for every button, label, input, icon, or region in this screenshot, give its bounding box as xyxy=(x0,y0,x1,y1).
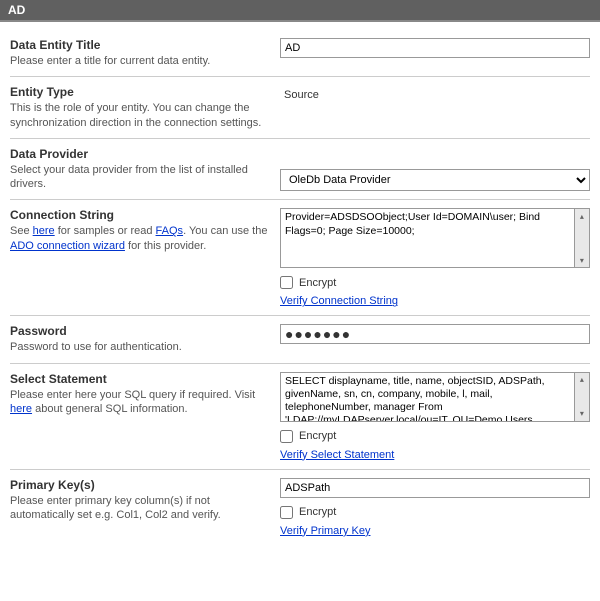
input-data-entity-title[interactable] xyxy=(280,38,590,58)
label-encrypt-connection: Encrypt xyxy=(299,277,336,289)
title-bar-text: AD xyxy=(8,3,25,17)
desc-entity-type: This is the role of your entity. You can… xyxy=(10,102,261,128)
desc-password: Password to use for authentication. xyxy=(10,341,182,353)
section-data-provider: Data Provider Select your data provider … xyxy=(10,139,590,201)
desc-select-statement: Please enter here your SQL query if requ… xyxy=(10,389,255,415)
link-faqs[interactable]: FAQs xyxy=(156,225,184,237)
section-password: Password Password to use for authenticat… xyxy=(10,316,590,363)
scrollbar-connection-string[interactable]: ▴ ▾ xyxy=(575,208,590,268)
desc-connection-string: See here for samples or read FAQs. You c… xyxy=(10,225,267,251)
section-entity-type: Entity Type This is the role of your ent… xyxy=(10,77,590,139)
link-verify-connection-string[interactable]: Verify Connection String xyxy=(280,295,590,307)
section-connection-string: Connection String See here for samples o… xyxy=(10,200,590,316)
input-primary-keys[interactable] xyxy=(280,478,590,498)
checkbox-encrypt-primary[interactable] xyxy=(280,506,293,519)
label-entity-type: Entity Type xyxy=(10,85,268,99)
input-password[interactable]: ●●●●●●● xyxy=(280,324,590,344)
label-data-provider: Data Provider xyxy=(10,147,268,161)
label-data-entity-title: Data Entity Title xyxy=(10,38,268,52)
select-data-provider[interactable]: OleDb Data Provider xyxy=(280,169,590,191)
scroll-up-icon[interactable]: ▴ xyxy=(575,373,589,387)
form-area: Data Entity Title Please enter a title f… xyxy=(0,22,600,545)
value-entity-type: Source xyxy=(280,85,590,101)
label-primary-keys: Primary Key(s) xyxy=(10,478,268,492)
checkbox-encrypt-select[interactable] xyxy=(280,430,293,443)
scrollbar-select-statement[interactable]: ▴ ▾ xyxy=(575,372,590,422)
label-password: Password xyxy=(10,324,268,338)
section-primary-keys: Primary Key(s) Please enter primary key … xyxy=(10,470,590,545)
link-here-sql[interactable]: here xyxy=(10,403,32,415)
label-select-statement: Select Statement xyxy=(10,372,268,386)
link-verify-primary-key[interactable]: Verify Primary Key xyxy=(280,525,590,537)
section-data-entity-title: Data Entity Title Please enter a title f… xyxy=(10,30,590,77)
label-connection-string: Connection String xyxy=(10,208,268,222)
link-verify-select-statement[interactable]: Verify Select Statement xyxy=(280,449,590,461)
desc-data-entity-title: Please enter a title for current data en… xyxy=(10,55,210,67)
link-here-samples[interactable]: here xyxy=(33,225,55,237)
scroll-down-icon[interactable]: ▾ xyxy=(575,407,589,421)
label-encrypt-primary: Encrypt xyxy=(299,506,336,518)
section-select-statement: Select Statement Please enter here your … xyxy=(10,364,590,470)
scroll-up-icon[interactable]: ▴ xyxy=(575,209,589,223)
textarea-select-statement[interactable]: SELECT displayname, title, name, objectS… xyxy=(280,372,575,422)
scroll-down-icon[interactable]: ▾ xyxy=(575,253,589,267)
checkbox-encrypt-connection[interactable] xyxy=(280,276,293,289)
link-ado-wizard[interactable]: ADO connection wizard xyxy=(10,240,125,252)
title-bar: AD xyxy=(0,0,600,22)
desc-primary-keys: Please enter primary key column(s) if no… xyxy=(10,495,221,521)
label-encrypt-select: Encrypt xyxy=(299,430,336,442)
textarea-connection-string[interactable]: Provider=ADSDSOObject;User Id=DOMAIN\use… xyxy=(280,208,575,268)
desc-data-provider: Select your data provider from the list … xyxy=(10,164,248,190)
